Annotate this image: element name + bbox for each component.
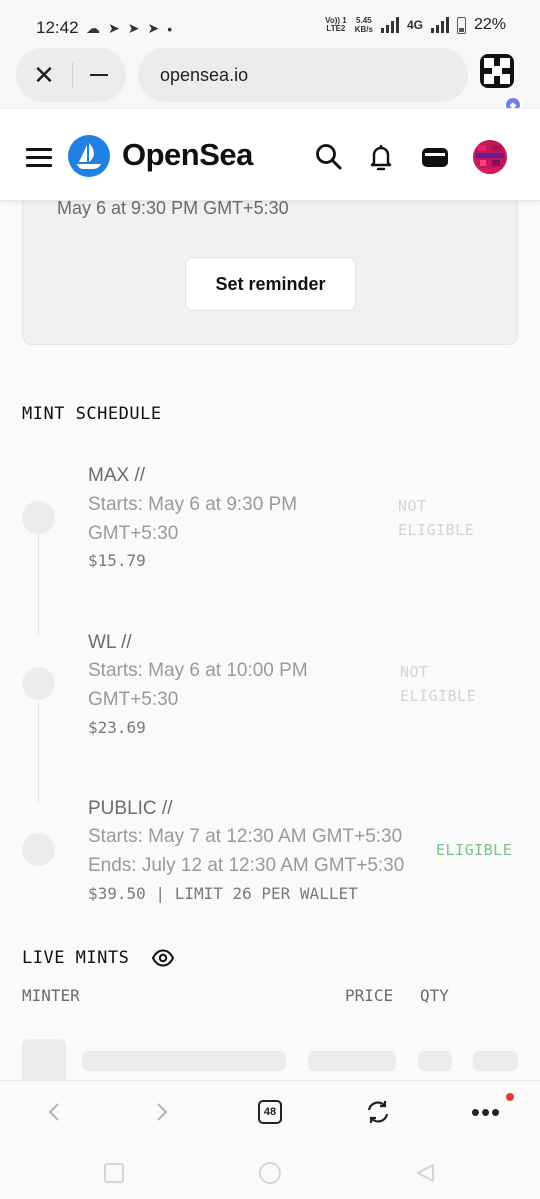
skeleton-bar <box>308 1051 396 1071</box>
phase-start: Starts: May 6 at 9:30 PM <box>88 494 298 515</box>
phase-price: $39.50 | LIMIT 26 PER WALLET <box>88 884 358 903</box>
timeline-connector <box>38 535 39 637</box>
forward-icon[interactable] <box>144 1081 180 1143</box>
drop-reminder-card: May 6 at 9:30 PM GMT+5:30 Set reminder <box>22 201 518 345</box>
main-content: May 6 at 9:30 PM GMT+5:30 Set reminder M… <box>0 201 540 1080</box>
browser-toolbar: ✕ opensea.io ◆ <box>0 46 540 114</box>
volte-indicator: Vo)) 1 LTE2 <box>325 16 347 33</box>
minimize-icon[interactable] <box>73 48 125 102</box>
phase-status-eligible: ELIGIBLE <box>436 841 513 859</box>
timeline-connector <box>38 701 39 803</box>
skeleton-bar <box>418 1051 452 1071</box>
recents-icon[interactable] <box>104 1163 124 1183</box>
cloud-icon: ☁ <box>86 20 100 36</box>
column-qty: QTY <box>420 986 449 1005</box>
phase-name: WL // <box>88 632 132 653</box>
avatar[interactable] <box>472 139 508 175</box>
phase-status: NOT <box>398 497 427 515</box>
phase-status: ELIGIBLE <box>398 521 475 539</box>
phase-start: Starts: May 6 at 10:00 PM <box>88 660 308 681</box>
mint-schedule-title: MINT SCHEDULE <box>22 404 162 424</box>
back-nav-icon[interactable] <box>414 1162 436 1189</box>
site-header: OpenSea <box>0 108 540 201</box>
browser-bottom-nav: 48 ••• <box>0 1080 540 1142</box>
skeleton-bar <box>473 1051 518 1071</box>
phase-name: PUBLIC // <box>88 798 173 819</box>
brand-name[interactable]: OpenSea <box>122 137 253 173</box>
refresh-icon[interactable] <box>360 1081 396 1143</box>
system-navigation-bar <box>0 1142 540 1199</box>
address-bar[interactable]: opensea.io <box>138 48 468 102</box>
back-icon[interactable] <box>36 1081 72 1143</box>
telegram-icon: ➤ <box>147 20 160 36</box>
column-price: PRICE <box>345 986 394 1005</box>
battery-percent: 22% <box>473 16 506 33</box>
telegram-icon: ➤ <box>108 20 120 36</box>
status-time: 12:42 <box>36 18 79 37</box>
phase-name: MAX // <box>88 465 146 486</box>
network-speed: 5.45 KB/s <box>354 16 373 34</box>
wallet-icon[interactable] <box>420 142 450 172</box>
phase-start-tz: GMT+5:30 <box>88 689 179 710</box>
home-icon[interactable] <box>259 1162 281 1184</box>
phase-start: Starts: May 7 at 12:30 AM GMT+5:30 <box>88 826 403 847</box>
timeline-dot <box>22 833 55 866</box>
skeleton-bar <box>82 1051 286 1071</box>
drop-start-date: May 6 at 9:30 PM GMT+5:30 <box>57 201 289 218</box>
eye-icon[interactable] <box>151 949 175 972</box>
telegram-icon: ➤ <box>127 20 140 36</box>
tab-controls: ✕ <box>16 48 126 102</box>
phase-start-tz: GMT+5:30 <box>88 523 179 544</box>
notifications-bell-icon[interactable] <box>366 142 396 172</box>
notification-icons: ☁ ➤ ➤ ➤ • <box>86 20 172 37</box>
timeline-dot <box>22 501 55 534</box>
status-right: Vo)) 1 LTE2 5.45 KB/s 4G 22% <box>325 16 506 34</box>
menu-icon[interactable] <box>26 148 52 172</box>
more-options-icon[interactable]: ••• <box>466 1081 506 1143</box>
phase-price: $15.79 <box>88 551 146 570</box>
timeline-dot <box>22 667 55 700</box>
signal-icon <box>380 17 399 33</box>
skeleton-avatar <box>22 1039 66 1080</box>
opensea-logo-icon[interactable] <box>68 135 110 177</box>
tab-count: 48 <box>258 1100 282 1124</box>
search-icon[interactable] <box>314 142 344 172</box>
column-minter: MINTER <box>22 986 80 1005</box>
set-reminder-button[interactable]: Set reminder <box>185 257 356 311</box>
close-icon[interactable]: ✕ <box>16 48 72 102</box>
phase-price: $23.69 <box>88 718 146 737</box>
phase-status: ELIGIBLE <box>400 687 477 705</box>
network-type: 4G <box>406 18 423 32</box>
battery-icon <box>456 16 466 34</box>
notification-dot <box>506 1093 514 1101</box>
wallet-extension-icon[interactable] <box>480 54 514 88</box>
phase-end: Ends: July 12 at 12:30 AM GMT+5:30 <box>88 855 405 876</box>
more-notifications-icon: • <box>167 20 173 37</box>
phase-status: NOT <box>400 663 429 681</box>
tabs-button[interactable]: 48 <box>252 1081 288 1143</box>
signal-icon-2 <box>430 17 449 33</box>
url-text: opensea.io <box>160 64 249 85</box>
live-mints-title: LIVE MINTS <box>22 948 130 968</box>
